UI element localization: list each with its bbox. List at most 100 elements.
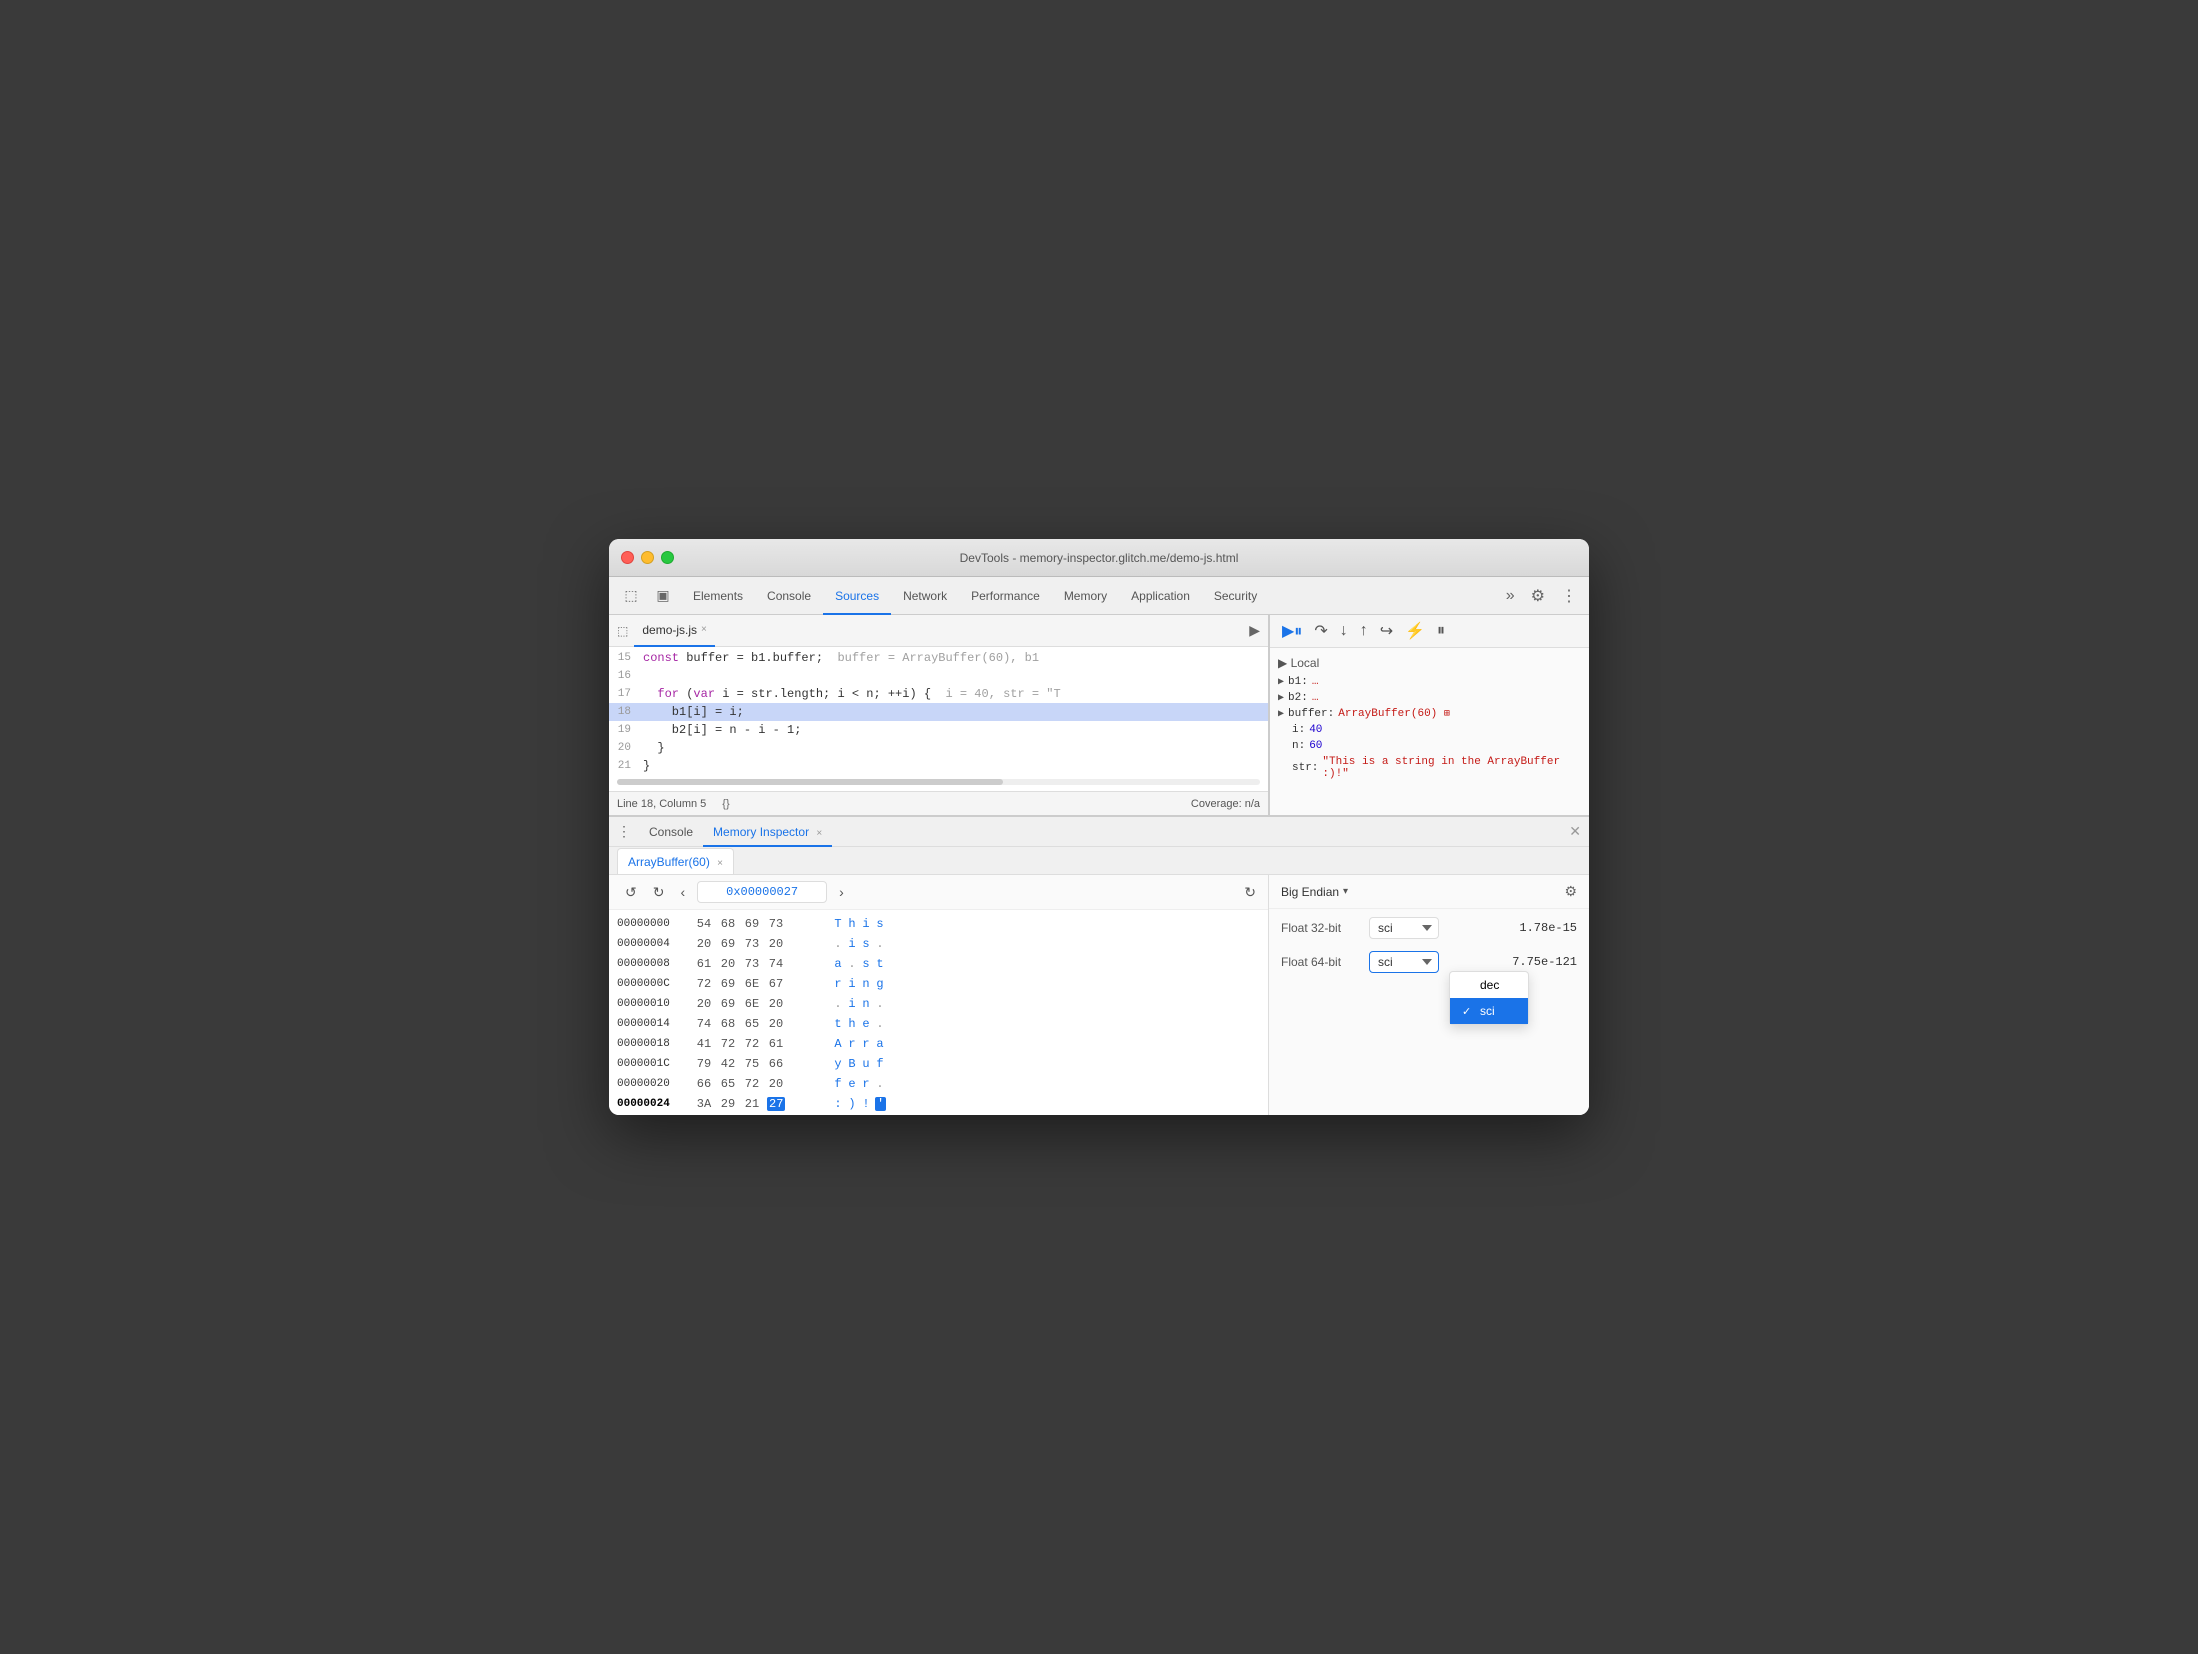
float64-value: 7.75e-121 — [1512, 955, 1577, 969]
source-file-tab[interactable]: demo-js.js × — [634, 615, 715, 647]
value-settings-icon[interactable]: ⚙ — [1564, 883, 1577, 900]
memory-inspector-tab-label: Memory Inspector — [713, 825, 809, 839]
arraybuffer-tab[interactable]: ArrayBuffer(60) × — [617, 848, 734, 874]
code-line-19: 19 b2[i] = n - i - 1; — [609, 721, 1268, 739]
float32-format-select[interactable]: sci dec — [1369, 917, 1439, 939]
endian-select[interactable]: Big Endian ▾ — [1281, 885, 1348, 899]
arraybuffer-tab-label: ArrayBuffer(60) — [628, 855, 710, 869]
debug-var-b2: ▶ b2: … — [1278, 690, 1581, 706]
cursor-icon[interactable]: ⬚ — [617, 582, 645, 610]
title-bar: DevTools - memory-inspector.glitch.me/de… — [609, 539, 1589, 577]
tab-memory-inspector[interactable]: Memory Inspector × — [703, 817, 832, 847]
tab-security[interactable]: Security — [1202, 577, 1269, 615]
float32-value: 1.78e-15 — [1519, 921, 1577, 935]
source-filename: demo-js.js — [642, 623, 697, 637]
hex-row-20: 00000020 66 65 72 20 f e r — [617, 1074, 1260, 1094]
step-into-btn[interactable]: ↓ — [1336, 620, 1352, 642]
devtools-tab-bar: ⬚ ▣ Elements Console Sources Network Per… — [609, 577, 1589, 615]
panel-icon[interactable]: ▣ — [649, 582, 677, 610]
debug-var-n: n: 60 — [1278, 738, 1581, 754]
console-tab-label: Console — [649, 825, 693, 839]
resume-btn[interactable]: ▶⏸ — [1278, 619, 1306, 643]
hex-forward-btn[interactable]: ↻ — [649, 882, 669, 903]
expand-icon-b2[interactable]: ▶ — [1278, 692, 1284, 704]
bottom-panel-menu-icon[interactable]: ⋮ — [617, 823, 631, 840]
float32-type-label: Float 32-bit — [1281, 921, 1361, 935]
code-line-18: 18 b1[i] = i; — [609, 703, 1268, 721]
code-line-15: 15 const buffer = b1.buffer; buffer = Ar… — [609, 649, 1268, 667]
debug-var-b1: ▶ b1: … — [1278, 674, 1581, 690]
traffic-lights — [621, 551, 674, 564]
tab-performance[interactable]: Performance — [959, 577, 1052, 615]
hex-row-0: 00000000 54 68 69 73 T h i — [617, 914, 1260, 934]
debug-var-buffer: ▶ buffer: ArrayBuffer(60) ⊞ — [1278, 706, 1581, 722]
status-bar: Line 18, Column 5 {} Coverage: n/a — [609, 791, 1268, 815]
debugger-panel: ▶⏸ ↷ ↓ ↑ ↪ ⚡ ⏸ ▶ Local ▶ b1: … — [1269, 615, 1589, 815]
dropdown-sci-label: sci — [1480, 1004, 1495, 1018]
tab-elements[interactable]: Elements — [681, 577, 755, 615]
hex-address-input[interactable] — [697, 881, 827, 903]
hex-prev-btn[interactable]: ‹ — [676, 882, 689, 902]
tab-network[interactable]: Network — [891, 577, 959, 615]
source-file-tabs: ⬚ demo-js.js × ▶ — [609, 615, 1268, 647]
run-icon[interactable]: ▶ — [1249, 622, 1260, 639]
tab-console-bottom[interactable]: Console — [639, 817, 703, 847]
hex-row-1c: 0000001C 79 42 75 66 y B u — [617, 1054, 1260, 1074]
code-line-16: 16 — [609, 667, 1268, 685]
close-bottom-panel-icon[interactable]: ✕ — [1569, 823, 1581, 840]
variables-panel: ▶ Local ▶ b1: … ▶ b2: … ▶ buffer: Arr — [1270, 648, 1589, 815]
step-out-btn[interactable]: ↑ — [1356, 620, 1372, 642]
tab-console[interactable]: Console — [755, 577, 823, 615]
expand-icon-b1[interactable]: ▶ — [1278, 676, 1284, 688]
source-panel: ⬚ demo-js.js × ▶ 15 const buffer = b1.bu… — [609, 615, 1269, 815]
code-line-20: 20 } — [609, 739, 1268, 757]
code-line-21: 21 } — [609, 757, 1268, 775]
endian-label: Big Endian — [1281, 885, 1339, 899]
status-curly: {} — [722, 798, 729, 810]
value-rows: Float 32-bit sci dec 1.78e-15 ➜ Float 64… — [1269, 909, 1589, 1115]
memory-inspector-close-icon[interactable]: × — [816, 828, 822, 839]
hex-next-btn[interactable]: › — [835, 882, 848, 902]
more-vert-icon[interactable]: ⋮ — [1557, 582, 1581, 610]
tab-sources[interactable]: Sources — [823, 577, 891, 615]
window-title: DevTools - memory-inspector.glitch.me/de… — [960, 551, 1239, 565]
hex-refresh-btn[interactable]: ↻ — [1244, 884, 1256, 901]
hex-content: 00000000 54 68 69 73 T h i — [609, 910, 1268, 1115]
pause-on-exceptions-btn[interactable]: ⏸ — [1433, 620, 1449, 642]
dropdown-item-dec[interactable]: dec — [1450, 972, 1528, 998]
code-line-17: 17 for (var i = str.length; i < n; ++i) … — [609, 685, 1268, 703]
hex-row-14: 00000014 74 68 65 20 t h e — [617, 1014, 1260, 1034]
maximize-button[interactable] — [661, 551, 674, 564]
tab-memory[interactable]: Memory — [1052, 577, 1119, 615]
hex-row-28: 00000028 00 00 00 00 . . . — [617, 1114, 1260, 1115]
debug-var-str: str: "This is a string in the ArrayBuffe… — [1278, 754, 1581, 782]
debug-var-i: i: 40 — [1278, 722, 1581, 738]
bottom-tab-bar: ⋮ Console Memory Inspector × ✕ — [609, 817, 1589, 847]
tab-application[interactable]: Application — [1119, 577, 1202, 615]
dropdown-item-sci[interactable]: ✓ sci — [1450, 998, 1528, 1024]
memory-inspector-body: ↺ ↻ ‹ › ↻ 00000000 54 68 — [609, 875, 1589, 1115]
step-btn[interactable]: ↪ — [1376, 619, 1397, 643]
devtools-window: DevTools - memory-inspector.glitch.me/de… — [609, 539, 1589, 1115]
source-tab-close-icon[interactable]: × — [701, 624, 707, 635]
value-inspector-panel: Big Endian ▾ ⚙ Float 32-bit sci dec — [1269, 875, 1589, 1115]
close-button[interactable] — [621, 551, 634, 564]
deactivate-btn[interactable]: ⚡ — [1401, 619, 1429, 643]
hex-row-18: 00000018 41 72 72 61 A r r — [617, 1034, 1260, 1054]
arraybuffer-tab-bar: ArrayBuffer(60) × — [609, 847, 1589, 875]
more-tabs-icon[interactable]: » — [1502, 583, 1519, 609]
expand-icon-buffer[interactable]: ▶ — [1278, 708, 1284, 720]
settings-icon[interactable]: ⚙ — [1527, 582, 1549, 610]
arraybuffer-tab-close-icon[interactable]: × — [717, 858, 723, 869]
hex-row-8: 00000008 61 20 73 74 a . s — [617, 954, 1260, 974]
devtools-tabs-right: » ⚙ ⋮ — [1502, 582, 1581, 610]
minimize-button[interactable] — [641, 551, 654, 564]
hex-row-4: 00000004 20 69 73 20 . i s — [617, 934, 1260, 954]
horizontal-scrollbar[interactable] — [617, 779, 1260, 785]
hex-back-btn[interactable]: ↺ — [621, 882, 641, 903]
float64-format-select[interactable]: sci dec — [1369, 951, 1439, 973]
debugger-toolbar: ▶⏸ ↷ ↓ ↑ ↪ ⚡ ⏸ — [1270, 615, 1589, 648]
step-over-btn[interactable]: ↷ — [1310, 619, 1331, 643]
code-editor[interactable]: 15 const buffer = b1.buffer; buffer = Ar… — [609, 647, 1268, 791]
dropdown-dec-label: dec — [1480, 978, 1499, 992]
